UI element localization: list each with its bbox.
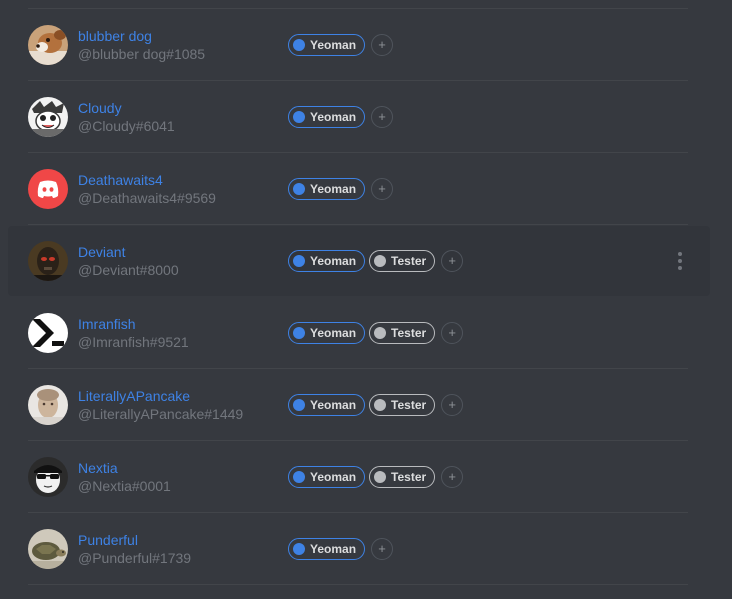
- role-pill-yeoman[interactable]: Yeoman: [288, 250, 366, 272]
- dot: [678, 259, 682, 263]
- avatar[interactable]: [28, 25, 68, 65]
- member-row[interactable]: Cloudy @Cloudy#6041 Yeoman +: [0, 81, 732, 153]
- divider: [28, 584, 688, 585]
- user-tag: @Deathawaits4#9569: [78, 190, 216, 206]
- role-pill-tester[interactable]: Tester: [369, 466, 436, 488]
- user-tag: @blubber dog#1085: [78, 46, 206, 62]
- role-color-dot[interactable]: [293, 471, 305, 483]
- role-pill-tester[interactable]: Tester: [369, 394, 436, 416]
- member-row[interactable]: Punderful @Punderful#1739 Yeoman +: [0, 513, 732, 585]
- avatar[interactable]: [28, 241, 68, 281]
- user-tag: @Punderful#1739: [78, 550, 192, 566]
- role-pill-yeoman[interactable]: Yeoman: [288, 466, 366, 488]
- role-label: Tester: [391, 470, 427, 484]
- role-color-dot[interactable]: [374, 255, 387, 267]
- role-pill-tester[interactable]: Tester: [369, 250, 436, 272]
- dot: [678, 252, 682, 256]
- username[interactable]: Imranfish: [78, 316, 136, 332]
- role-color-dot[interactable]: [293, 183, 305, 195]
- user-tag: @Deviant#8000: [78, 262, 179, 278]
- member-row[interactable]: blubber dog @blubber dog#1085 Yeoman +: [0, 9, 732, 81]
- username[interactable]: Nextia: [78, 460, 118, 476]
- avatar[interactable]: [28, 529, 68, 569]
- user-tag: @Cloudy#6041: [78, 118, 175, 134]
- member-row[interactable]: Nextia @Nextia#0001 Yeoman Tester +: [0, 441, 732, 513]
- username[interactable]: Punderful: [78, 532, 138, 548]
- role-label: Tester: [391, 326, 427, 340]
- add-role-button[interactable]: +: [371, 178, 394, 200]
- avatar[interactable]: [28, 97, 68, 137]
- add-role-button[interactable]: +: [371, 34, 394, 56]
- avatar[interactable]: [28, 313, 68, 353]
- role-pill-yeoman[interactable]: Yeoman: [288, 394, 366, 416]
- user-tag: @Nextia#0001: [78, 478, 171, 494]
- add-role-button[interactable]: +: [371, 538, 394, 560]
- add-role-button[interactable]: +: [441, 322, 464, 344]
- role-list: Yeoman +: [288, 178, 394, 200]
- role-color-dot[interactable]: [293, 39, 305, 51]
- role-list: Yeoman +: [288, 34, 394, 56]
- role-label: Yeoman: [310, 326, 357, 340]
- role-pill-yeoman[interactable]: Yeoman: [288, 538, 366, 560]
- role-label: Tester: [391, 398, 427, 412]
- role-label: Yeoman: [310, 254, 357, 268]
- role-pill-yeoman[interactable]: Yeoman: [288, 106, 366, 128]
- role-label: Tester: [391, 254, 427, 268]
- more-options-icon[interactable]: [672, 247, 688, 275]
- role-list: Yeoman +: [288, 538, 394, 560]
- role-list: Yeoman Tester +: [288, 394, 464, 416]
- role-label: Yeoman: [310, 542, 357, 556]
- role-color-dot[interactable]: [374, 471, 387, 483]
- role-color-dot[interactable]: [293, 327, 305, 339]
- role-color-dot[interactable]: [374, 399, 387, 411]
- role-pill-yeoman[interactable]: Yeoman: [288, 322, 366, 344]
- username[interactable]: Deathawaits4: [78, 172, 163, 188]
- role-label: Yeoman: [310, 182, 357, 196]
- dot: [678, 266, 682, 270]
- role-list: Yeoman +: [288, 106, 394, 128]
- avatar[interactable]: [28, 385, 68, 425]
- add-role-button[interactable]: +: [441, 250, 464, 272]
- username[interactable]: Deviant: [78, 244, 125, 260]
- add-role-button[interactable]: +: [441, 466, 464, 488]
- avatar[interactable]: [28, 169, 68, 209]
- role-color-dot[interactable]: [293, 543, 305, 555]
- role-pill-yeoman[interactable]: Yeoman: [288, 34, 366, 56]
- member-row[interactable]: Deviant @Deviant#8000 Yeoman Tester +: [0, 225, 732, 297]
- role-color-dot[interactable]: [374, 327, 387, 339]
- member-list: blubber dog @blubber dog#1085 Yeoman + C…: [0, 0, 732, 599]
- username[interactable]: Cloudy: [78, 100, 122, 116]
- username[interactable]: LiterallyAPancake: [78, 388, 190, 404]
- member-row[interactable]: LiterallyAPancake @LiterallyAPancake#144…: [0, 369, 732, 441]
- role-color-dot[interactable]: [293, 111, 305, 123]
- role-pill-yeoman[interactable]: Yeoman: [288, 178, 366, 200]
- member-row[interactable]: Deathawaits4 @Deathawaits4#9569 Yeoman +: [0, 153, 732, 225]
- add-role-button[interactable]: +: [371, 106, 394, 128]
- avatar[interactable]: [28, 457, 68, 497]
- role-color-dot[interactable]: [293, 255, 305, 267]
- user-tag: @LiterallyAPancake#1449: [78, 406, 244, 422]
- role-label: Yeoman: [310, 398, 357, 412]
- role-list: Yeoman Tester +: [288, 250, 464, 272]
- role-label: Yeoman: [310, 470, 357, 484]
- role-list: Yeoman Tester +: [288, 322, 464, 344]
- add-role-button[interactable]: +: [441, 394, 464, 416]
- member-row[interactable]: Imranfish @Imranfish#9521 Yeoman Tester …: [0, 297, 732, 369]
- role-label: Yeoman: [310, 38, 357, 52]
- user-tag: @Imranfish#9521: [78, 334, 189, 350]
- username[interactable]: blubber dog: [78, 28, 152, 44]
- role-list: Yeoman Tester +: [288, 466, 464, 488]
- role-label: Yeoman: [310, 110, 357, 124]
- role-pill-tester[interactable]: Tester: [369, 322, 436, 344]
- role-color-dot[interactable]: [293, 399, 305, 411]
